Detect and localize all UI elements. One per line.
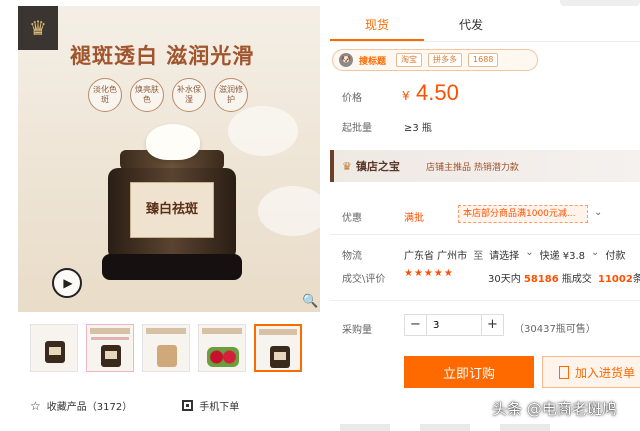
quantity-increase-button[interactable]: + <box>482 315 503 335</box>
add-to-purchase-list-button[interactable]: 加入进货单 <box>542 356 640 388</box>
watermark-text: 头条 @电商老斑鸠 <box>492 400 617 418</box>
sales-suffix: 瓶成交 <box>561 274 592 285</box>
add-to-list-label: 加入进货单 <box>575 365 636 380</box>
thumb-jar-label <box>105 351 117 359</box>
thumbnail-3[interactable] <box>142 324 190 372</box>
divider <box>330 300 640 301</box>
buy-now-button[interactable]: 立即订购 <box>404 356 534 388</box>
promo-tag: 满批 <box>404 213 424 224</box>
thumb-jar <box>157 345 177 367</box>
thumb-jar-label <box>274 352 286 360</box>
sales-label: 成交\评价 <box>342 274 386 285</box>
moq-value: ≥3 瓶 <box>404 123 432 134</box>
play-icon: ▶ <box>63 276 73 290</box>
thumb-cherries <box>207 347 239 367</box>
shipping-origin: 广东省 广州市 <box>404 251 468 262</box>
cream-jar-image: 臻白祛斑 <box>102 124 242 288</box>
platform-tag-1688[interactable]: 1688 <box>468 53 499 67</box>
gallery-footer: ☆ 收藏产品（3172） 手机下单 <box>30 398 239 414</box>
favorite-label: 收藏产品（3172） <box>46 402 133 413</box>
feature-badge: 补水保湿 <box>172 78 206 112</box>
thumbnail-4[interactable] <box>198 324 246 372</box>
shop-banner-subtitle: 店铺主推品 热销潜力款 <box>426 163 519 173</box>
shipping-label: 物流 <box>342 251 362 262</box>
sales-30-days: 30天内 58186 瓶成交 <box>488 270 592 285</box>
feature-badges: 淡化色斑 焕亮肤色 补水保湿 滋润修护 <box>88 78 248 112</box>
blossom-decoration <box>258 186 320 236</box>
feature-badge: 焕亮肤色 <box>130 78 164 112</box>
play-video-button[interactable]: ▶ <box>52 268 82 298</box>
favorite-product-link[interactable]: ☆ 收藏产品（3172） <box>30 398 133 414</box>
dog-mascot-icon: 🐶 <box>339 53 353 67</box>
price-label: 价格 <box>342 93 362 104</box>
thumbnail-5-selected[interactable] <box>254 324 302 372</box>
review-count-link[interactable]: 11002条 <box>598 270 640 285</box>
shipping-destination-select[interactable]: 请选择 <box>489 247 519 262</box>
feature-badge: 滋润修护 <box>214 78 248 112</box>
cut-off-item <box>500 424 550 431</box>
qr-code-icon <box>182 400 194 411</box>
source-search-tags: 🐶 搜标题 淘宝 拼多多 1688 <box>332 49 538 71</box>
clipboard-icon <box>559 365 569 379</box>
sales-prefix: 30天内 <box>488 274 521 285</box>
moq-label: 起批量 <box>342 123 372 134</box>
promo-label: 优惠 <box>342 213 362 224</box>
review-count: 11002 <box>598 274 633 285</box>
review-suffix: 条 <box>632 274 640 285</box>
crown-icon: ♛ <box>342 159 352 173</box>
quantity-decrease-button[interactable]: − <box>405 315 426 335</box>
tab-in-stock[interactable]: 现货 <box>330 10 424 41</box>
feature-badge: 淡化色斑 <box>88 78 122 112</box>
quantity-label: 采购量 <box>342 325 372 336</box>
price-currency-symbol: ¥ <box>402 89 410 103</box>
shipping-extra: 付款 <box>605 251 626 262</box>
crown-logo-icon: ♛ <box>18 6 58 50</box>
thumb-text <box>146 328 186 334</box>
stock-available: （30437瓶可售） <box>514 324 596 335</box>
top-toolbar-edge <box>560 0 640 6</box>
chevron-down-icon[interactable]: ⌄ <box>591 247 599 262</box>
platform-tag-taobao[interactable]: 淘宝 <box>396 53 423 67</box>
shop-treasure-banner[interactable]: ♛ 镇店之宝 店铺主推品 热销潜力款 <box>330 150 640 182</box>
thumbnail-strip <box>30 324 302 372</box>
jar-cream <box>146 124 200 160</box>
mobile-order-label: 手机下单 <box>199 402 240 413</box>
platform-tag-pinduoduo[interactable]: 拼多多 <box>428 53 463 67</box>
cut-off-row <box>340 424 640 431</box>
search-title-label[interactable]: 搜标题 <box>359 54 386 67</box>
thumbnail-1[interactable] <box>30 324 78 372</box>
product-headline: 褪斑透白 滋润光滑 <box>70 43 255 68</box>
order-type-tabs: 现货 代发 <box>330 10 640 42</box>
mobile-order-link[interactable]: 手机下单 <box>182 398 239 413</box>
thumb-jar-label <box>49 347 61 355</box>
tab-dropship[interactable]: 代发 <box>424 10 518 41</box>
shipping-to: 至 <box>473 251 484 262</box>
chevron-down-icon[interactable]: ⌄ <box>525 247 533 262</box>
shipping-row: 广东省 广州市 至 请选择 ⌄ 快递 ¥3.8 ⌄ 付款 <box>404 247 625 262</box>
cut-off-item <box>340 424 390 431</box>
quantity-stepper: − + <box>404 314 504 336</box>
thumb-text <box>202 328 242 334</box>
rating-stars: ★★★★★ <box>404 268 454 279</box>
promo-text[interactable]: 本店部分商品满1000元减... <box>458 205 588 223</box>
star-outline-icon: ☆ <box>30 398 41 413</box>
jar-label: 臻白祛斑 <box>130 182 214 238</box>
shop-banner-title: ♛ 镇店之宝 <box>342 158 400 174</box>
jar-base <box>102 254 242 280</box>
chevron-down-icon[interactable]: ⌄ <box>594 207 602 218</box>
thumbnail-2[interactable] <box>86 324 134 372</box>
shipping-express: 快递 ¥3.8 <box>539 251 586 262</box>
cut-off-item <box>420 424 470 431</box>
divider <box>330 234 640 235</box>
shop-banner-title-text: 镇店之宝 <box>355 160 400 173</box>
sales-count: 58186 <box>523 274 559 285</box>
thumb-text <box>259 329 297 335</box>
main-product-image[interactable]: ♛ 褪斑透白 滋润光滑 淡化色斑 焕亮肤色 补水保湿 滋润修护 臻白祛斑 ▶ <box>18 6 320 312</box>
thumb-bar <box>91 337 129 340</box>
zoom-magnifier-icon[interactable]: 🔍 <box>302 294 318 309</box>
price-value: 4.50 <box>416 80 459 105</box>
thumb-text <box>90 328 130 334</box>
quantity-input[interactable] <box>426 315 482 335</box>
